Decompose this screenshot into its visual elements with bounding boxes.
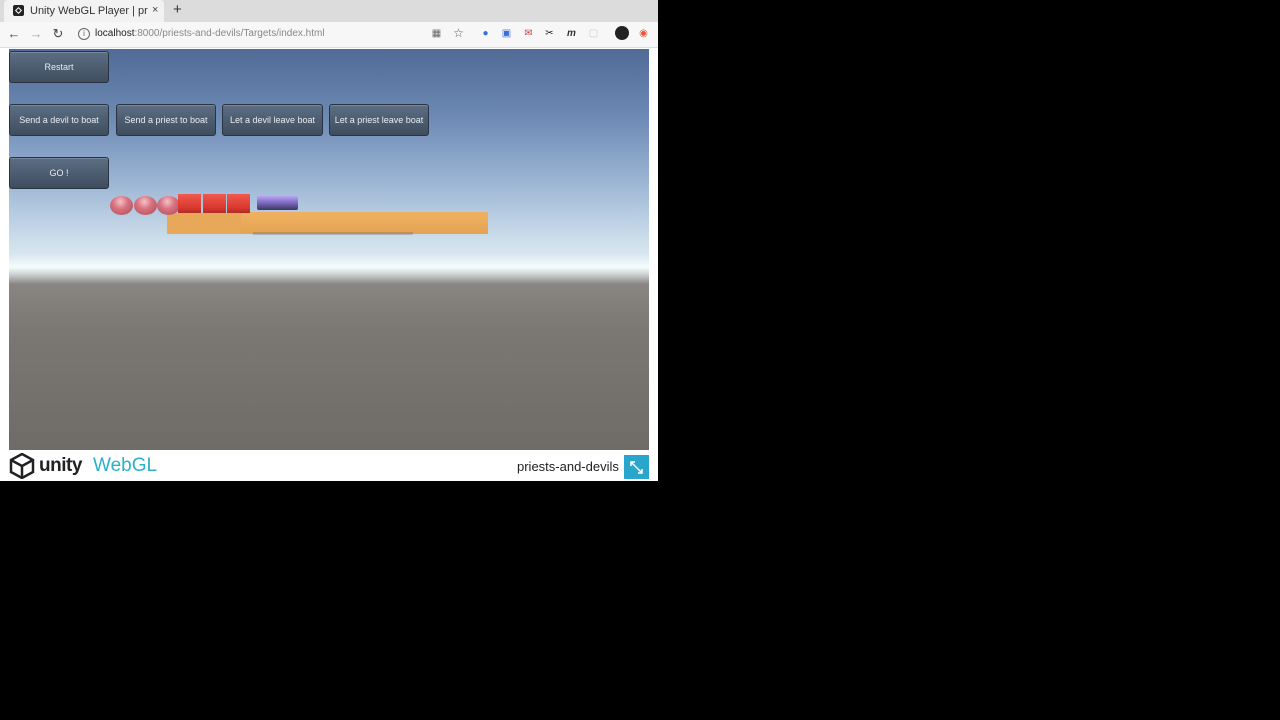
devil-leave-button[interactable]: Let a devil leave boat bbox=[222, 104, 323, 136]
translate-icon[interactable]: ▦ bbox=[430, 27, 443, 40]
priest[interactable] bbox=[110, 196, 133, 215]
extension-translate-icon[interactable]: ▣ bbox=[500, 27, 513, 40]
devil[interactable] bbox=[178, 194, 201, 213]
logo-unity-text: unity bbox=[39, 455, 82, 476]
send-priest-button[interactable]: Send a priest to boat bbox=[116, 104, 216, 136]
reload-icon[interactable]: ↻ bbox=[50, 26, 66, 42]
bank-shadow bbox=[253, 232, 413, 235]
restart-button[interactable]: Restart bbox=[9, 51, 109, 83]
webgl-footer: unity WebGL priests-and-devils bbox=[0, 450, 658, 481]
fullscreen-icon bbox=[630, 461, 643, 474]
send-devil-button[interactable]: Send a devil to boat bbox=[9, 104, 109, 136]
game-title: priests-and-devils bbox=[517, 459, 619, 474]
forward-icon[interactable]: → bbox=[28, 26, 44, 42]
tab-close-icon[interactable]: × bbox=[152, 3, 158, 17]
go-button[interactable]: GO ! bbox=[9, 157, 109, 189]
left-bank bbox=[167, 213, 247, 234]
tab-title: Unity WebGL Player | priests-and-devils bbox=[30, 5, 148, 17]
browser-window: Unity WebGL Player | priests-and-devils … bbox=[0, 0, 658, 481]
unity-cube-icon bbox=[9, 453, 35, 479]
opera-extension-icon[interactable]: ◉ bbox=[637, 27, 650, 40]
m-extension-icon[interactable]: m bbox=[565, 27, 578, 40]
new-tab-button[interactable]: + bbox=[173, 1, 182, 19]
devil[interactable] bbox=[227, 194, 250, 213]
priest-leave-button[interactable]: Let a priest leave boat bbox=[329, 104, 429, 136]
browser-toolbar: ← → ↻ i localhost:8000/priests-and-devil… bbox=[0, 22, 658, 48]
logo-webgl-text: WebGL bbox=[93, 455, 158, 476]
browser-tab[interactable]: Unity WebGL Player | priests-and-devils … bbox=[4, 0, 164, 22]
extension-disabled-icon[interactable]: ▢ bbox=[587, 27, 600, 40]
boat[interactable] bbox=[257, 196, 298, 210]
river-bank bbox=[241, 212, 488, 234]
url-path: :8000/priests-and-devils/Targets/index.h… bbox=[134, 28, 325, 39]
devil[interactable] bbox=[203, 194, 226, 213]
unity-canvas[interactable]: Restart Send a devil to boat Send a prie… bbox=[9, 49, 649, 450]
horizon-haze bbox=[9, 254, 649, 284]
url-text[interactable]: localhost:8000/priests-and-devils/Target… bbox=[95, 27, 325, 41]
fullscreen-button[interactable] bbox=[624, 455, 649, 479]
profile-avatar[interactable] bbox=[615, 26, 629, 40]
priest[interactable] bbox=[134, 196, 157, 215]
extension-blue-icon[interactable]: ● bbox=[479, 27, 492, 40]
ground bbox=[9, 277, 649, 450]
bookmark-star-icon[interactable]: ☆ bbox=[452, 27, 465, 40]
info-icon[interactable]: i bbox=[78, 28, 90, 40]
unity-favicon-icon bbox=[13, 5, 24, 16]
address-bar[interactable]: i localhost:8000/priests-and-devils/Targ… bbox=[72, 24, 468, 44]
mail-extension-icon[interactable]: ✉ bbox=[522, 27, 535, 40]
tab-strip: Unity WebGL Player | priests-and-devils … bbox=[0, 0, 658, 22]
back-icon[interactable]: ← bbox=[6, 26, 22, 42]
url-host: localhost bbox=[95, 28, 135, 39]
priest[interactable] bbox=[157, 196, 180, 215]
scissors-icon[interactable]: ✂ bbox=[543, 27, 556, 40]
